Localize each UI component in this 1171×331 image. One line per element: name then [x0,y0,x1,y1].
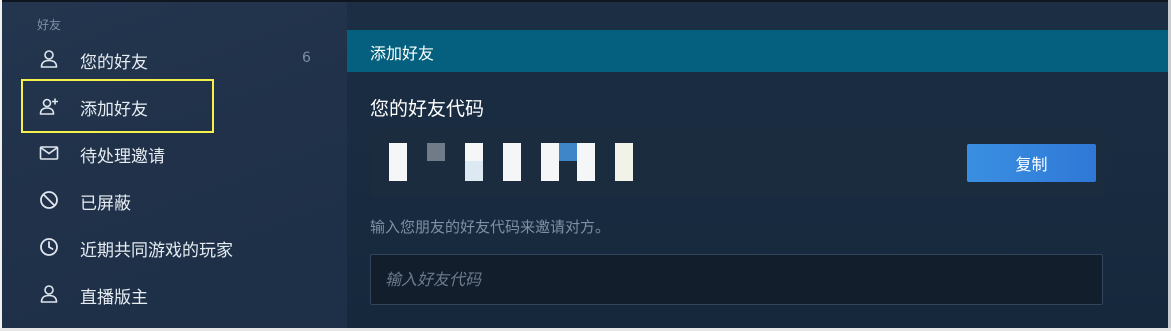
user-icon [40,50,58,68]
main-panel: 添加好友 您的好友代码 复制 输入您朋友的好友代码来邀请对方。 [347,2,1171,331]
clock-icon [40,238,58,256]
sidebar-item-pending-invites[interactable]: 待处理邀请 [2,132,347,172]
selection-highlight [21,79,214,133]
friend-code-title: 您的好友代码 [370,98,485,120]
instruction-text: 输入您朋友的好友代码来邀请对方。 [370,218,611,236]
block-icon [40,191,58,209]
sidebar-item-recent-players[interactable]: 近期共同游戏的玩家 [2,226,347,266]
sidebar-item-label: 您的好友 [80,53,148,73]
sidebar-item-label: 已屏蔽 [80,194,131,214]
friend-count-badge: 6 [302,50,311,66]
envelope-icon [39,146,59,160]
friend-code-box: 复制 [370,129,1105,197]
sidebar: 好友 您的好友 6 添加好友 待处理邀请 已屏蔽 近期共同游戏的玩家 直播版主 [2,2,347,331]
friend-code-input[interactable] [370,254,1103,305]
sidebar-item-label: 待处理邀请 [80,147,165,167]
sidebar-item-your-friends[interactable]: 您的好友 6 [2,38,347,78]
sidebar-item-stream-moderators[interactable]: 直播版主 [2,273,347,313]
page-title: 添加好友 [370,44,435,63]
copy-button[interactable]: 复制 [967,144,1096,182]
user-icon [40,285,58,303]
page-header: 添加好友 [347,30,1171,72]
sidebar-item-label: 近期共同游戏的玩家 [80,241,233,261]
sidebar-section-title: 好友 [37,18,62,32]
sidebar-item-label: 直播版主 [80,288,148,308]
sidebar-item-blocked[interactable]: 已屏蔽 [2,179,347,219]
